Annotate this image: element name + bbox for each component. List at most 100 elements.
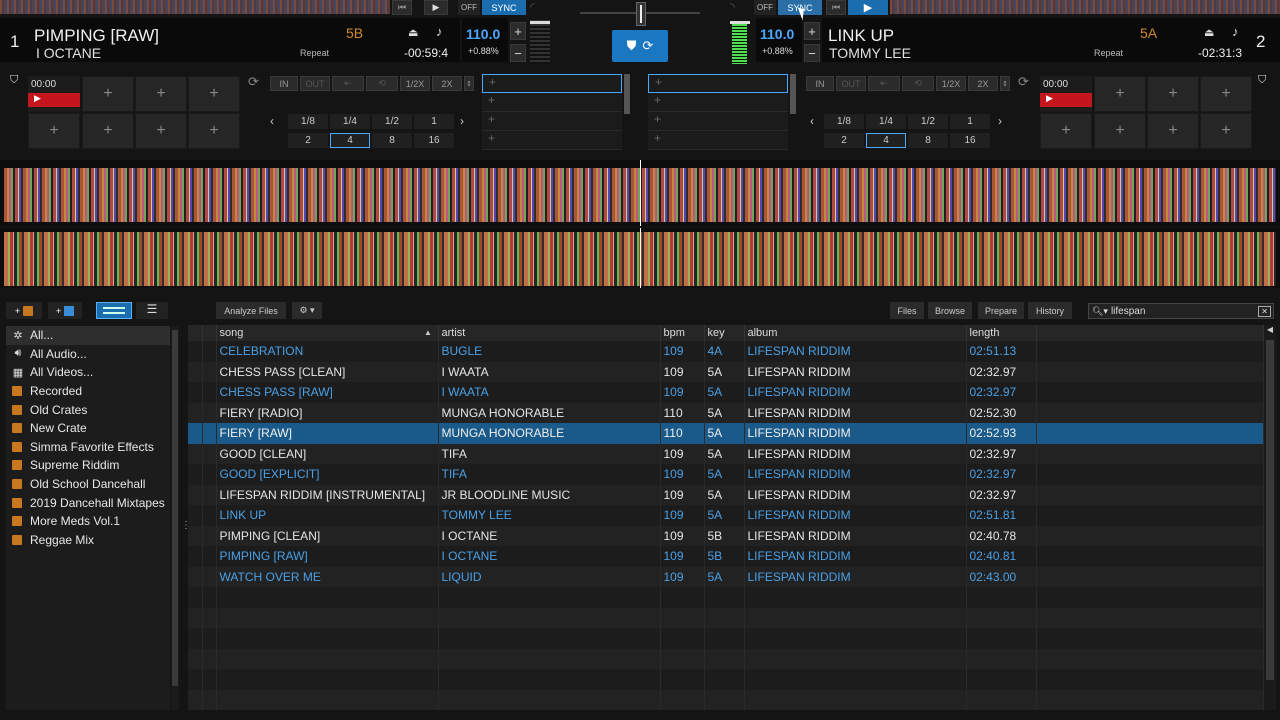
deck1-music-note-icon[interactable]: ♪ [436,24,443,39]
deck1-effects-scrollbar[interactable] [624,74,630,114]
deck1-loop-size[interactable]: 2 [288,133,328,148]
table-row[interactable]: LINK UP TOMMY LEE 109 5A LIFESPAN RIDDIM 02:5… [188,505,1264,526]
deck1-pad-3[interactable]: + [135,76,187,112]
deck2-loop-left-icon[interactable]: ‹ [810,114,814,128]
search-input[interactable]: lifespan [1111,306,1145,317]
table-row[interactable]: FIERY [RAW] MUNGA HONORABLE 110 5A LIFESPAN … [188,423,1264,444]
deck1-pad-7[interactable]: + [135,113,187,149]
column-bpm[interactable]: bpm [660,325,705,341]
waveform-area[interactable] [0,160,1280,288]
deck2-loop-size[interactable]: 1/2 [908,114,948,129]
column-artist[interactable]: artist [438,325,661,341]
analyze-files-button[interactable]: Analyze Files [216,302,286,319]
deck2-play-button[interactable]: ▶ [848,0,888,15]
deck1-reloop-icon[interactable]: ⟲ [366,76,398,91]
deck2-pad-8[interactable]: + [1200,113,1252,149]
deck2-off-button[interactable]: OFF [754,0,776,15]
deck2-loop-size[interactable]: 16 [950,133,990,148]
deck2-loop-back-icon[interactable]: ⇤ [868,76,900,91]
deck1-repeat[interactable]: Repeat [300,48,329,58]
deck2-pad-2[interactable]: + [1094,76,1146,112]
table-row[interactable]: PIMPING [RAW] I OCTANE 109 5B LIFESPAN RIDDI… [188,546,1264,567]
deck1-off-button[interactable]: OFF [458,0,480,15]
deck1-loop-double-button[interactable]: 2X [432,76,462,91]
deck1-loop-out-button[interactable]: OUT [300,76,330,91]
deck2-loop-size[interactable]: 8 [908,133,948,148]
deck1-loop-right-icon[interactable]: › [460,114,464,128]
crossfader-handle[interactable] [636,2,646,26]
deck2-reloop-icon[interactable]: ⟲ [902,76,934,91]
deck2-effect-slot[interactable]: + [648,93,788,112]
deck1-loop-refresh-icon[interactable]: ⟳ [248,74,259,90]
sidebar-item-old-crates[interactable]: Old Crates [6,400,170,419]
sidebar-item-supreme-riddim[interactable]: Supreme Riddim [6,456,170,475]
deck2-effect-slot[interactable]: + [648,112,788,131]
column-album[interactable]: album [744,325,967,341]
deck1-pad-5[interactable]: + [28,113,80,149]
deck2-effect-slot[interactable]: + [648,131,788,150]
deck2-loop-size[interactable]: 2 [824,133,864,148]
table-row[interactable]: LIFESPAN RIDDIM [INSTRUMENTAL] JR BLOODLI… [188,484,1264,505]
deck2-pad-6[interactable]: + [1094,113,1146,149]
sidebar-item-new-crate[interactable]: New Crate [6,419,170,438]
deck1-pad-8[interactable]: + [188,113,240,149]
sidebar-item-recorded[interactable]: Recorded [6,382,170,401]
files-tab[interactable]: Files [890,302,924,319]
column-song[interactable]: song [216,325,439,341]
sidebar-item-simma-favorite-effects[interactable]: Simma Favorite Effects [6,438,170,457]
table-row[interactable]: PIMPING [CLEAN] I OCTANE 109 5B LIFESPAN RID… [188,525,1264,546]
deck1-effect-slot[interactable]: + [482,74,622,93]
deck2-pad-5[interactable]: + [1040,113,1092,149]
deck2-pitch-down-button[interactable]: − [804,44,820,62]
deck1-play-button[interactable]: ▶ [424,0,448,15]
table-row[interactable]: WATCH OVER ME LIQUID 109 5A LIFESPAN RIDDIM 0… [188,566,1264,587]
deck2-pad-3[interactable]: + [1147,76,1199,112]
deck1-loop-size[interactable]: 1/4 [330,114,370,129]
table-row[interactable]: CHESS PASS [CLEAN] I WAATA 109 5A LIFESPAN R… [188,361,1264,382]
deck1-loop-size[interactable]: 16 [414,133,454,148]
deck1-eject-icon[interactable]: ⏏ [408,26,418,39]
deck1-minimap[interactable] [0,0,390,14]
deck2-loop-out-button[interactable]: OUT [836,76,866,91]
deck1-cue-icon[interactable]: ⛉ [10,74,18,87]
sidebar-item-reggae-mix[interactable]: Reggae Mix [6,531,170,550]
deck2-prev-button[interactable]: ⏮ [826,0,846,15]
deck1-pad-6[interactable]: + [82,113,134,149]
sidebar-item-more-meds[interactable]: More Meds Vol.1 [6,512,170,531]
clear-search-icon[interactable]: ✕ [1258,305,1271,317]
table-row[interactable]: CELEBRATION BUGLE 109 4A LIFESPAN RIDDIM 02:5… [188,341,1264,362]
deck2-loop-size[interactable]: 1/4 [866,114,906,129]
deck1-loop-stepper[interactable]: ⇕ [464,76,474,91]
deck2-loop-size[interactable]: 1/8 [824,114,864,129]
deck2-effect-slot[interactable]: + [648,74,788,93]
sidebar-item-all-audio[interactable]: 🔊︎ All Audio... [6,345,170,364]
deck1-loop-in-button[interactable]: IN [270,76,298,91]
deck2-eject-icon[interactable]: ⏏ [1204,26,1214,39]
search-box[interactable]: 🔍︎▾ lifespan ✕ [1088,303,1274,319]
deck2-cue-pad[interactable]: 00:00 ▶ [1040,76,1092,112]
history-tab[interactable]: History [1028,302,1072,319]
table-row[interactable]: FIERY [RADIO] MUNGA HONORABLE 110 5A LIFESPA… [188,402,1264,423]
deck2-loop-stepper[interactable]: ⇕ [1000,76,1010,91]
deck1-pad-4[interactable]: + [188,76,240,112]
deck1-effect-slot[interactable]: + [482,131,622,150]
column-key[interactable]: key [704,325,745,341]
deck2-loop-right-icon[interactable]: › [998,114,1002,128]
deck2-loop-half-button[interactable]: 1/2X [936,76,966,91]
deck1-loop-size[interactable]: 1 [414,114,454,129]
deck2-cue-icon[interactable]: ⛉ [1258,74,1266,87]
deck1-effect-slot[interactable]: + [482,93,622,112]
deck1-loop-half-button[interactable]: 1/2X [400,76,430,91]
deck1-loop-size[interactable]: 1/2 [372,114,412,129]
browse-tab[interactable]: Browse [928,302,972,319]
deck2-effects-scrollbar[interactable] [790,74,796,114]
deck2-loop-size-selected[interactable]: 4 [866,133,906,148]
deck1-pitch-down-button[interactable]: − [510,44,526,62]
sidebar-scrollbar[interactable] [171,326,179,710]
deck1-loop-size[interactable]: 1/8 [288,114,328,129]
settings-gear-icon[interactable]: ⚙ ▾ [292,302,322,319]
sort-ascending-icon[interactable]: ▲ [424,328,432,337]
deck2-loop-refresh-icon[interactable]: ⟳ [1018,74,1029,90]
deck1-loop-size-selected[interactable]: 4 [330,133,370,148]
deck1-pad-2[interactable]: + [82,76,134,112]
